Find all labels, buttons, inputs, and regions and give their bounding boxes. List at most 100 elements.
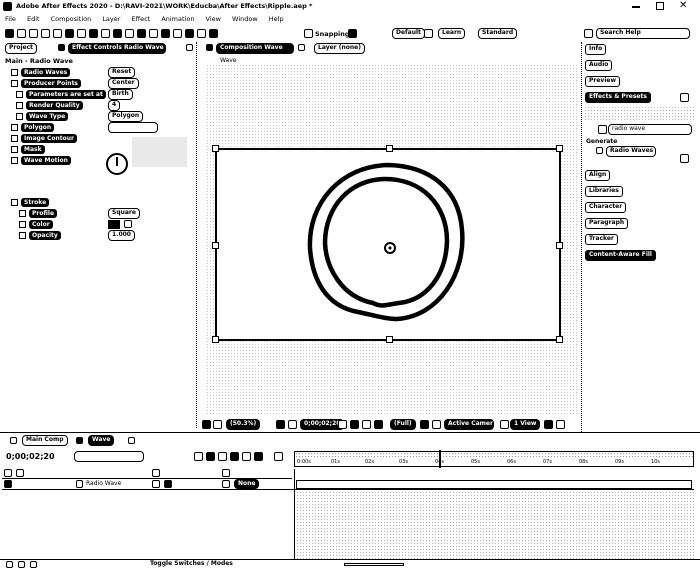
workspace-learn[interactable]: Learn <box>438 28 466 39</box>
row-toggle[interactable] <box>11 80 18 87</box>
snap-options-icon[interactable] <box>348 29 357 38</box>
layer-row[interactable]: Radio Wave None <box>2 479 694 490</box>
layer-color-label[interactable] <box>76 480 83 488</box>
roi-icon[interactable] <box>420 420 429 429</box>
always-preview-icon[interactable] <box>202 420 211 429</box>
pan-behind-tool-icon[interactable] <box>77 29 86 38</box>
panel-paragraph[interactable]: Paragraph <box>585 218 629 229</box>
rectangle-tool-icon[interactable] <box>89 29 98 38</box>
effects-result-group[interactable]: Generate <box>586 138 617 145</box>
param-value[interactable]: Birth <box>108 89 133 100</box>
time-ruler[interactable]: 0:00s 01s 02s 03s 04s 05s 06s 07s 08s 09… <box>294 450 694 468</box>
viewer-canvas[interactable] <box>212 145 563 343</box>
menu-window[interactable]: Window <box>232 15 258 23</box>
handle-tm[interactable] <box>386 145 393 152</box>
comp-lock-icon[interactable] <box>206 44 213 51</box>
panel-audio[interactable]: Audio <box>585 60 613 71</box>
panel-content-aware-fill[interactable]: Content-Aware Fill <box>585 250 656 261</box>
roto-brush-tool-icon[interactable] <box>161 29 170 38</box>
menu-view[interactable]: View <box>206 15 221 23</box>
parent-dropdown[interactable]: None <box>234 479 260 489</box>
timeline-marker-icon[interactable] <box>274 452 283 461</box>
view-axis-icon[interactable] <box>209 29 218 38</box>
tab-wave[interactable]: Wave <box>88 435 115 446</box>
handle-tr[interactable] <box>556 145 563 152</box>
brush-tool-icon[interactable] <box>125 29 134 38</box>
zoom-slider[interactable] <box>344 563 404 566</box>
effects-search-input[interactable]: radio wave <box>608 124 692 135</box>
resolution-dropdown[interactable]: (Full) <box>390 419 416 430</box>
home-icon[interactable] <box>5 29 14 38</box>
hand-tool-icon[interactable] <box>29 29 38 38</box>
transparency-grid-icon[interactable] <box>432 420 441 429</box>
tab-main-comp[interactable]: Main Comp <box>22 435 68 446</box>
camera-dropdown[interactable]: Active Camera <box>444 419 494 430</box>
close-icon[interactable]: ✕ <box>679 0 687 12</box>
effects-scroll-icon[interactable] <box>680 154 689 163</box>
playhead[interactable] <box>439 450 441 468</box>
timeline-search-input[interactable] <box>74 451 144 462</box>
stroke-color-swatch[interactable] <box>108 220 120 229</box>
toggle-switches-modes[interactable]: Toggle Switches / Modes <box>150 560 233 567</box>
param-dropdown[interactable] <box>108 122 158 133</box>
direction-dial[interactable] <box>106 153 128 175</box>
handle-bl[interactable] <box>212 336 219 343</box>
minimize-icon[interactable] <box>632 6 640 8</box>
quality-switch-icon[interactable] <box>164 480 172 488</box>
local-axis-icon[interactable] <box>185 29 194 38</box>
tab-layer[interactable]: Layer (none) <box>314 43 365 54</box>
menu-edit[interactable]: Edit <box>27 15 40 23</box>
handle-bm[interactable] <box>386 336 393 343</box>
stroke-opacity-value[interactable]: 1.000 <box>108 230 135 241</box>
selection-tool-icon[interactable] <box>17 29 26 38</box>
handle-ml[interactable] <box>212 242 219 249</box>
workspace-default[interactable]: Default <box>392 28 425 39</box>
text-tool-icon[interactable] <box>113 29 122 38</box>
world-axis-icon[interactable] <box>197 29 206 38</box>
stroke-profile-value[interactable]: Square <box>108 208 140 219</box>
tab-wave-close-icon[interactable] <box>76 437 83 444</box>
effect-reset-button[interactable]: Reset <box>108 67 136 78</box>
row-toggle[interactable] <box>16 102 23 109</box>
workspace-menu-icon[interactable] <box>424 29 433 38</box>
panel-character[interactable]: Character <box>585 202 627 213</box>
views-layout-icon[interactable] <box>500 420 509 429</box>
layer-duration-bar[interactable] <box>296 480 692 489</box>
shy-layers-icon[interactable] <box>218 452 227 461</box>
frame-blending-icon[interactable] <box>230 452 239 461</box>
maximize-icon[interactable] <box>656 2 664 10</box>
row-toggle[interactable] <box>19 221 26 228</box>
zoom-tool-icon[interactable] <box>41 29 50 38</box>
eyedropper-icon[interactable] <box>124 220 132 228</box>
handle-tl[interactable] <box>212 145 219 152</box>
tab-project[interactable]: Project <box>5 43 38 54</box>
effect-name[interactable]: Radio Waves <box>21 68 71 77</box>
motion-blur-icon[interactable] <box>242 452 251 461</box>
param-value[interactable]: 4 <box>108 100 121 111</box>
panel-menu-icon[interactable] <box>186 44 193 51</box>
camera-tool-icon[interactable] <box>65 29 74 38</box>
eraser-tool-icon[interactable] <box>149 29 158 38</box>
menu-help[interactable]: Help <box>269 15 284 23</box>
panel-preview[interactable]: Preview <box>585 76 621 87</box>
menu-file[interactable]: File <box>5 15 16 23</box>
snapping-checkbox-icon[interactable] <box>304 29 313 38</box>
row-toggle[interactable] <box>11 157 18 164</box>
menu-animation[interactable]: Animation <box>161 15 194 23</box>
menu-effect[interactable]: Effect <box>132 15 151 23</box>
parent-pickwhip-icon[interactable] <box>222 480 230 488</box>
handle-br[interactable] <box>556 336 563 343</box>
timeline-menu-icon[interactable] <box>128 437 135 444</box>
mask-icon[interactable] <box>288 420 297 429</box>
snapshot-icon[interactable] <box>213 420 222 429</box>
show-channel-icon[interactable] <box>350 420 359 429</box>
fx-toggle[interactable] <box>11 69 18 76</box>
tab-composition[interactable]: Composition Wave <box>216 43 294 54</box>
flowchart-icon[interactable] <box>556 420 565 429</box>
graph-editor-icon[interactable] <box>254 452 263 461</box>
panel-effects-presets[interactable]: Effects & Presets <box>585 92 651 103</box>
row-toggle[interactable] <box>19 210 26 217</box>
comp-sub-tab[interactable]: Wave <box>220 57 236 64</box>
snapping-label[interactable]: Snapping <box>315 30 350 38</box>
row-toggle[interactable] <box>11 135 18 142</box>
